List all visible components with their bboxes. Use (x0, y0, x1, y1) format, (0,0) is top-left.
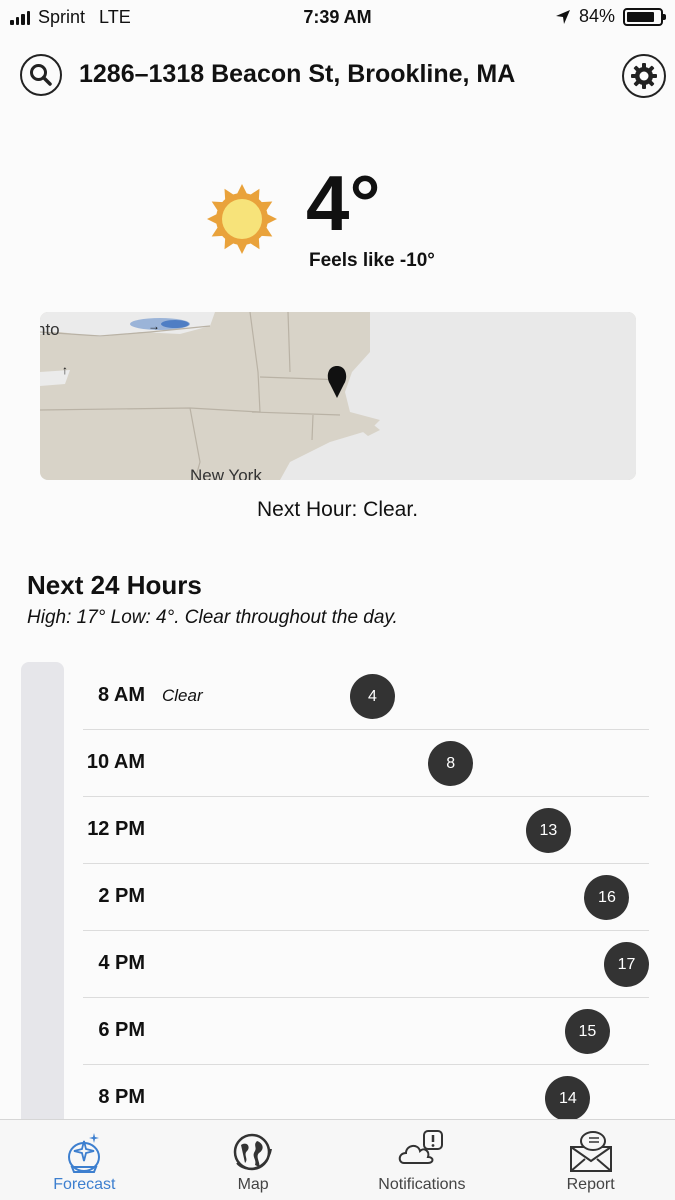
hour-time: 4 PM (98, 952, 145, 974)
hour-temp-badge: 4 (350, 674, 395, 719)
hour-row[interactable]: 2 PM 16 (83, 864, 649, 931)
svg-text:↑: ↑ (62, 363, 68, 377)
status-bar: Sprint LTE 7:39 AM 84% (0, 0, 675, 36)
tab-label: Report (566, 1176, 615, 1193)
cloud-alert-icon (398, 1128, 446, 1174)
hour-row[interactable]: 6 PM 15 (83, 998, 649, 1065)
battery-fill (627, 11, 654, 22)
next-24-summary: High: 17° Low: 4°. Clear throughout the … (27, 607, 398, 628)
search-button[interactable] (20, 54, 62, 96)
map-label-toronto: nto (40, 320, 60, 339)
tab-report[interactable]: Report (506, 1120, 675, 1200)
current-conditions: 4° Feels like -10° (0, 164, 675, 280)
sun-icon (205, 182, 279, 261)
location-title[interactable]: 1286–1318 Beacon St, Brookline, MA (79, 60, 515, 89)
hour-row[interactable]: 8 AM Clear 4 (83, 663, 649, 730)
tab-map[interactable]: Map (169, 1120, 338, 1200)
feels-like: Feels like -10° (309, 250, 435, 271)
next-hour-summary: Next Hour: Clear. (256, 498, 419, 521)
globe-icon (231, 1128, 275, 1174)
location-arrow-icon (555, 9, 570, 24)
status-right: 84% (555, 6, 666, 27)
hour-row[interactable]: 12 PM 13 (83, 797, 649, 864)
settings-button[interactable] (622, 54, 666, 98)
hour-temp-badge: 15 (564, 1009, 610, 1054)
hour-time: 8 PM (98, 1086, 145, 1108)
search-icon (30, 64, 52, 86)
tab-label: Notifications (378, 1176, 466, 1193)
tab-label: Forecast (53, 1176, 116, 1193)
hour-time: 2 PM (98, 885, 145, 907)
battery-percent: 84% (578, 6, 615, 26)
map-graphic: → ↑ (40, 312, 636, 480)
tab-bar: Forecast Map Notifications Report (0, 1119, 675, 1200)
hour-temp-badge: 16 (584, 875, 630, 920)
next-24-title: Next 24 Hours (27, 570, 202, 600)
forecast-icon (64, 1128, 104, 1174)
hour-time: 8 AM (97, 684, 145, 706)
hour-temp-badge: 14 (545, 1076, 591, 1121)
hour-time: 10 AM (86, 751, 145, 773)
header: 1286–1318 Beacon St, Brookline, MA (20, 52, 666, 98)
tab-notifications[interactable]: Notifications (338, 1120, 507, 1200)
radar-map[interactable]: → ↑ nto New York (40, 312, 636, 480)
svg-text:→: → (148, 319, 160, 333)
envelope-icon (567, 1128, 615, 1174)
hour-temp-badge: 17 (604, 942, 649, 987)
hour-row[interactable]: 10 AM 8 (83, 730, 649, 797)
hour-time: 6 PM (98, 1019, 145, 1041)
gear-icon (631, 63, 657, 89)
hour-row[interactable]: 4 PM 17 (83, 931, 649, 998)
battery-icon (623, 7, 666, 26)
condition-timeline-bar (21, 662, 64, 1132)
tab-label: Map (237, 1176, 269, 1193)
tab-forecast[interactable]: Forecast (0, 1120, 169, 1200)
hour-condition: Clear (162, 686, 203, 705)
hour-temp-badge: 8 (428, 741, 474, 786)
hour-time: 12 PM (87, 818, 145, 840)
hour-temp-badge: 13 (525, 808, 571, 853)
map-label-new-york: New York (190, 466, 262, 480)
current-temperature: 4° (306, 159, 381, 247)
hourly-list[interactable]: 8 AM Clear 4 10 AM 8 12 PM 13 2 PM 16 4 PM 17 6 PM 1… (83, 663, 649, 1132)
